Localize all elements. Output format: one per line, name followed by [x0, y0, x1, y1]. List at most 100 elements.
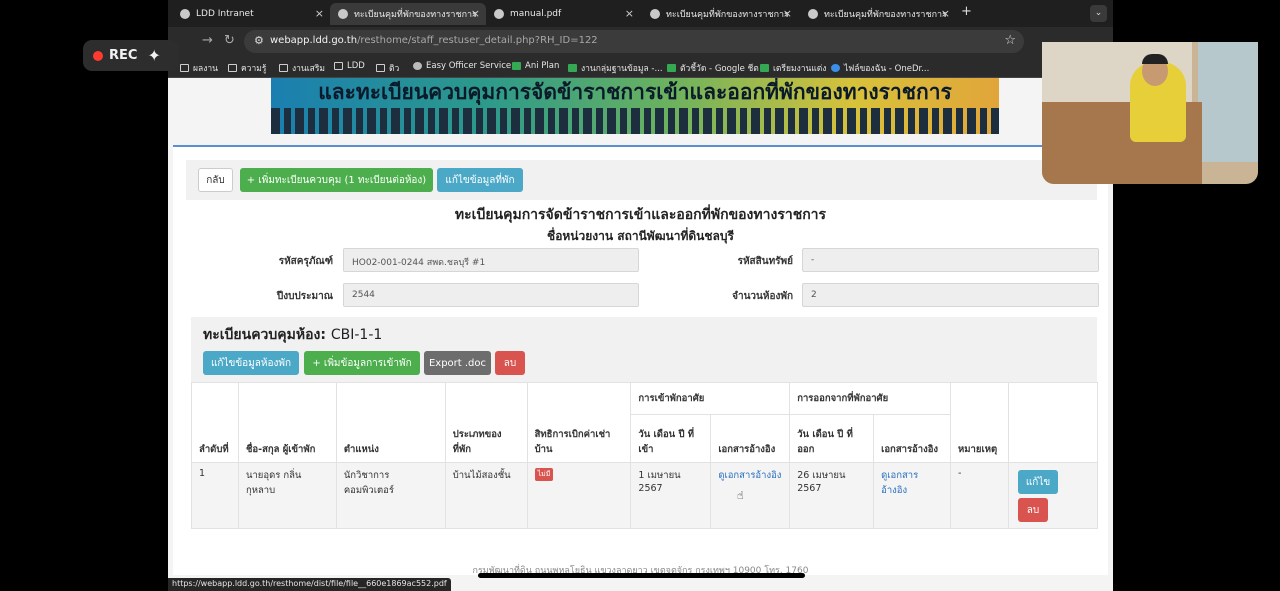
col-actions: [1008, 382, 1098, 463]
equipment-code-label: รหัสครุภัณฑ์: [278, 256, 333, 267]
folder-icon: [376, 64, 385, 72]
fiscal-year-label: ปีงบประมาณ: [276, 291, 333, 302]
col-type: ประเภทของที่พัก: [444, 382, 528, 463]
recording-label: REC: [109, 48, 138, 63]
folder-icon: [228, 64, 237, 72]
col-rights: สิทธิการเบิกค่าเช่าบ้าน: [526, 382, 632, 463]
col-in-doc: เอกสารอ้างอิง: [710, 414, 791, 463]
edit-residence-button[interactable]: แก้ไขข้อมูลที่พัก: [437, 168, 523, 192]
bookmark-folder-works[interactable]: ผลงาน: [180, 61, 218, 75]
reload-icon[interactable]: ↻: [224, 33, 235, 48]
delete-row-button[interactable]: ลบ: [1018, 498, 1048, 522]
new-tab-plus-icon[interactable]: +: [961, 4, 972, 19]
site-favicon-icon: [338, 9, 348, 19]
col-out-doc: เอกสารอ้างอิง: [873, 414, 952, 463]
cam-bookshelf: [1198, 42, 1258, 162]
site-settings-icon[interactable]: ⚙: [254, 34, 264, 47]
close-icon[interactable]: ×: [315, 7, 324, 20]
bookmark-kpi[interactable]: ตัวชี้วัด - Google ชีต: [667, 61, 759, 75]
pointer-cursor-icon: ☝: [737, 489, 744, 502]
url-text: webapp.ldd.go.th/resthome/staff_restuser…: [270, 35, 598, 46]
edit-room-button[interactable]: แก้ไขข้อมูลห้องพัก: [203, 351, 299, 375]
bookmark-easy-officer[interactable]: Easy Officer Service: [413, 61, 511, 71]
room-register-title-text: ทะเบียนควบคุมห้อง:: [203, 327, 331, 343]
cell-no: 1: [191, 462, 239, 529]
equipment-code-field[interactable]: HO02-001-0244 สพด.ชลบุรี #1: [343, 248, 639, 272]
page-title: ทะเบียนคุมการจัดข้าราชการเข้าและออกที่พั…: [454, 207, 827, 223]
view-checkout-doc-link[interactable]: ดูเอกสารอ้างอิง: [881, 470, 918, 496]
bookmark-ani-plan[interactable]: Ani Plan: [512, 61, 559, 71]
bookmark-label: Easy Officer Service: [426, 61, 512, 71]
detail-card: กลับ + เพิ่มทะเบียนควบคุม (1 ทะเบียนต่อห…: [173, 145, 1108, 575]
bookmark-label: งานกลุ่มฐานข้อมูล -...: [581, 64, 663, 74]
web-page: และทะเบียนควบคุมการจัดข้าราชการเข้าและออ…: [168, 78, 1113, 591]
recording-indicator[interactable]: REC ✦: [83, 40, 179, 71]
tab-label: LDD Intranet: [196, 9, 254, 19]
tab-manual-pdf[interactable]: manual.pdf ×: [486, 3, 640, 25]
horizontal-scrollbar[interactable]: [478, 573, 805, 578]
back-button[interactable]: กลับ: [198, 168, 233, 192]
tab-search-chevron-icon[interactable]: ⌄: [1090, 5, 1107, 22]
bookmark-label: ไฟล์ของฉัน - OneDr...: [844, 64, 930, 74]
col-group-checkin: การเข้าพักอาศัย: [630, 382, 791, 415]
add-checkin-button[interactable]: + เพิ่มข้อมูลการเข้าพัก: [304, 351, 420, 375]
export-doc-button[interactable]: Export .doc: [424, 351, 491, 375]
tab-label: ทะเบียนคุมที่พักของทางราชการ: [354, 10, 477, 20]
cell-remark: -: [950, 462, 1009, 529]
bookmark-star-icon[interactable]: ☆: [1004, 33, 1016, 48]
close-icon[interactable]: ×: [471, 7, 480, 20]
address-toolbar: → ↻ ⚙ webapp.ldd.go.th/resthome/staff_re…: [168, 27, 1113, 56]
col-group-checkout: การออกจากที่พักอาศัย: [789, 382, 952, 415]
screen: LDD Intranet × ทะเบียนคุมที่พักของทางราช…: [0, 0, 1280, 591]
close-icon[interactable]: ×: [941, 7, 950, 20]
webcam-overlay: [1042, 42, 1258, 184]
tab-resthome-2[interactable]: ทะเบียนคุมที่พักของทางราชการ ×: [642, 3, 798, 25]
asset-code-label: รหัสสินทรัพย์: [737, 256, 793, 267]
delete-room-button[interactable]: ลบ: [495, 351, 525, 375]
bookmark-folder-knowledge[interactable]: ความรู้: [228, 61, 266, 75]
asset-code-field[interactable]: -: [802, 248, 1099, 272]
globe-icon: [494, 9, 504, 19]
view-checkin-doc-link[interactable]: ดูเอกสารอ้างอิง: [718, 470, 781, 481]
table-header-row: ลำดับที่ ชื่อ-สกุล ผู้เข้าพัก ตำแหน่ง ปร…: [191, 382, 1098, 463]
bookmark-folder-tutor[interactable]: ติว: [376, 61, 399, 75]
browser-tab-bar: LDD Intranet × ทะเบียนคุมที่พักของทางราช…: [168, 0, 1113, 27]
tab-resthome-3[interactable]: ทะเบียนคุมที่พักของทางราชการ ×: [800, 3, 956, 25]
bookmark-label: ตัวชี้วัด - Google ชีต: [680, 64, 759, 74]
rooms-label: จำนวนห้องพัก: [732, 291, 793, 302]
folder-icon: [180, 64, 189, 72]
fiscal-year-field[interactable]: 2544: [343, 283, 639, 307]
col-out-date: วัน เดือน ปี ที่ออก: [789, 414, 875, 463]
sheets-icon: [760, 64, 769, 72]
cell-name: นายอุดร กลิ่นกุหลาบ: [237, 462, 337, 529]
rooms-field[interactable]: 2: [802, 283, 1099, 307]
forward-icon[interactable]: →: [202, 33, 213, 48]
tab-resthome-active[interactable]: ทะเบียนคุมที่พักของทางราชการ ×: [330, 3, 486, 25]
site-favicon-icon: [808, 9, 818, 19]
bookmark-folder-ldd[interactable]: LDD: [334, 61, 365, 71]
edit-row-button[interactable]: แก้ไข: [1018, 470, 1058, 494]
bookmark-folder-extra[interactable]: งานเสริม: [279, 61, 325, 75]
tab-label: ทะเบียนคุมที่พักของทางราชการ: [666, 10, 789, 20]
close-icon[interactable]: ×: [625, 7, 634, 20]
add-register-button[interactable]: + เพิ่มทะเบียนควบคุม (1 ทะเบียนต่อห้อง): [240, 168, 433, 192]
bookmark-onedrive[interactable]: ไฟล์ของฉัน - OneDr...: [831, 61, 929, 75]
bookmarks-bar: ผลงาน ความรู้ งานเสริม LDD ติว Easy Offi…: [168, 56, 1113, 78]
site-favicon-icon: [650, 9, 660, 19]
bookmark-label: ความรู้: [241, 64, 267, 74]
cell-type: บ้านไม้สองชั้น: [444, 462, 528, 529]
address-bar[interactable]: ⚙ webapp.ldd.go.th/resthome/staff_restus…: [244, 30, 1024, 53]
bookmark-label: Ani Plan: [525, 61, 560, 71]
close-icon[interactable]: ×: [783, 7, 792, 20]
col-in-date: วัน เดือน ปี ที่เข้า: [630, 414, 712, 463]
cell-in-date: 1 เมษายน 2567: [630, 462, 712, 529]
bookmark-wedding[interactable]: เตรียมงานแต่ง: [760, 61, 826, 75]
col-position: ตำแหน่ง: [335, 382, 446, 463]
tab-label: manual.pdf: [510, 9, 562, 19]
tab-ldd-intranet[interactable]: LDD Intranet ×: [172, 3, 330, 25]
bookmark-db-group[interactable]: งานกลุ่มฐานข้อมูล -...: [568, 61, 663, 75]
sparkle-icon[interactable]: ✦: [147, 46, 160, 65]
url-path: /resthome/staff_restuser_detail.php?RH_I…: [357, 35, 598, 46]
url-host: webapp.ldd.go.th: [270, 35, 358, 46]
cell-out-doc: ดูเอกสารอ้างอิง: [873, 462, 952, 529]
